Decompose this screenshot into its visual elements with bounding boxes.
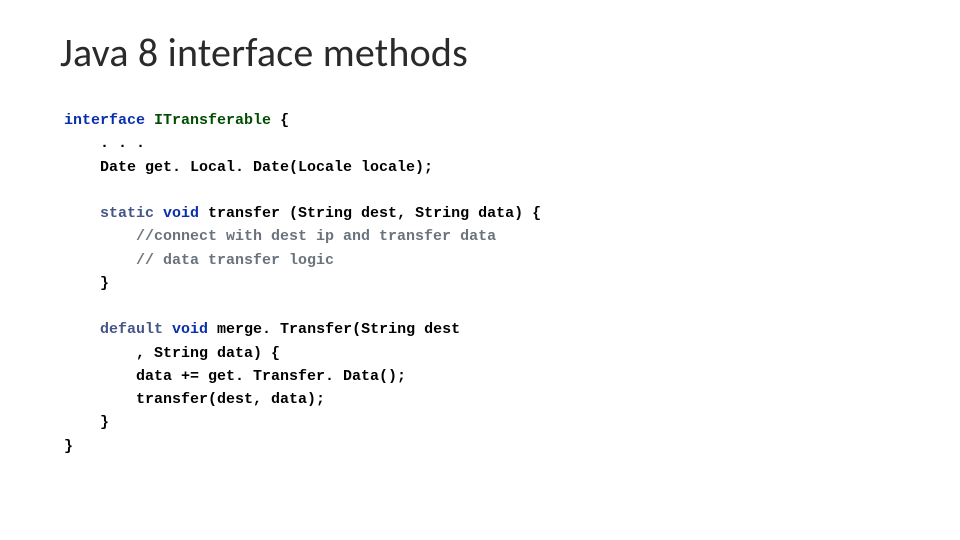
slide: Java 8 interface methods interface ITran… [0,0,960,478]
brace-close: } [64,438,73,455]
code-line: data += get. Transfer. Data(); [64,368,406,385]
code-line: Date get. Local. Date(Locale locale); [64,159,433,176]
brace-open: { [271,112,289,129]
slide-title: Java 8 interface methods [60,28,900,77]
code-line: transfer(dest, data); [64,391,325,408]
code-line: . . . [64,135,145,152]
brace-close: } [64,275,109,292]
code-line: merge. Transfer(String dest [208,321,460,338]
brace-close: } [64,414,109,431]
keyword-void: void [154,205,199,222]
class-name: ITransferable [154,112,271,129]
brace-open: { [523,205,541,222]
comment-line: // data transfer logic [64,252,334,269]
keyword-interface: interface [64,112,145,129]
keyword-static: static [64,205,154,222]
code-block: interface ITransferable { . . . Date get… [60,109,900,458]
keyword-void: void [163,321,208,338]
code-line: , String data) { [64,345,280,362]
comment-line: //connect with dest ip and transfer data [64,228,496,245]
keyword-default: default [64,321,163,338]
code-line: transfer (String dest, String data) [199,205,523,222]
